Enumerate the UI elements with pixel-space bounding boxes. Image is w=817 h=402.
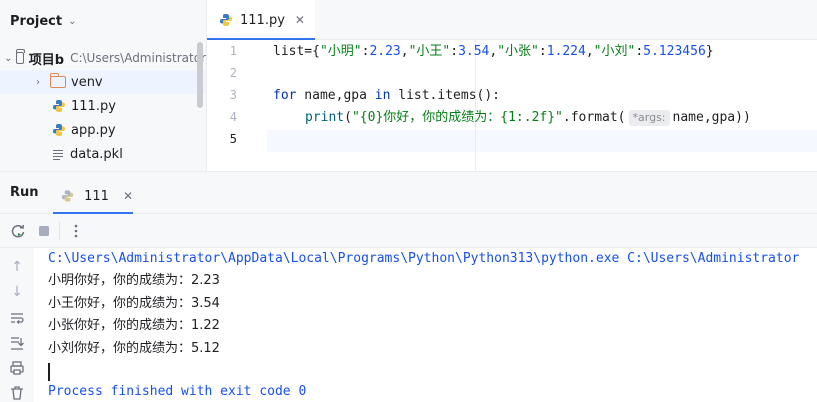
console-side-toolbar: ↑ ↓ (0, 248, 34, 402)
line-number: 5 (229, 132, 237, 146)
close-icon[interactable]: ✕ (295, 13, 305, 27)
parameter-hint: *args: (628, 110, 670, 126)
code-keyword: for (273, 88, 297, 103)
code-token: } (705, 44, 714, 59)
project-panel: Project ⌄ ⌄ 项目b C:\Users\Administrator ›… (0, 0, 206, 171)
run-header: Run 111 ✕ (0, 172, 817, 214)
text-file-icon (52, 148, 64, 161)
code-token: : (450, 44, 459, 59)
code-token: , (400, 44, 409, 59)
code-string: "小张" (497, 44, 539, 59)
chevron-right-icon[interactable]: › (32, 77, 44, 88)
more-icon[interactable] (68, 223, 84, 239)
code-string: "{0}你好，你的成绩为：{1:.2f}" (351, 110, 563, 125)
console-output-line: 小王你好，你的成绩为：3.54 (48, 296, 220, 311)
tree-item-label: data.pkl (70, 146, 123, 162)
tree-item-label: venv (71, 74, 103, 90)
line-number-gutter: 1 2 3 4 5 (207, 40, 267, 171)
run-panel: Run 111 ✕ ↑ ↓ C:\Users\Administrator\App… (0, 171, 817, 402)
line-number: 4 (229, 110, 237, 124)
code-function: print (305, 110, 345, 125)
console-command-line: C:\Users\Administrator\AppData\Local\Pro… (48, 251, 800, 266)
tab-111-py[interactable]: 111.py ✕ (207, 0, 315, 40)
arrow-up-icon[interactable]: ↑ (9, 259, 25, 275)
code-token: name,gpa)) (672, 110, 751, 125)
code-string: "小明" (319, 44, 362, 59)
code-string: "小王" (408, 44, 451, 59)
editor-area: 111.py ✕ 1 2 3 4 5 list={"小明":2.23,"小王":… (206, 0, 817, 171)
tree-item-project-root[interactable]: ⌄ 项目b C:\Users\Administrator (0, 46, 206, 70)
run-title: Run (10, 185, 39, 200)
project-title[interactable]: Project (10, 14, 62, 29)
line-number: 3 (229, 88, 237, 102)
python-file-icon (61, 190, 74, 202)
tree-item-label: 项目b (28, 52, 65, 68)
tree-item-venv[interactable]: › venv (0, 70, 206, 94)
python-file-icon (53, 100, 65, 112)
project-scrollbar[interactable] (197, 42, 203, 108)
tab-label: 111.py (240, 12, 285, 28)
console-output-line: 小张你好，你的成绩为：1.22 (48, 318, 220, 333)
line-number: 1 (229, 44, 237, 58)
run-tab-111[interactable]: 111 ✕ (53, 178, 133, 214)
python-file-icon (53, 124, 65, 136)
arrow-down-icon[interactable]: ↓ (9, 284, 25, 300)
code-string: "小刘" (593, 44, 636, 59)
run-tab-label: 111 (84, 188, 109, 204)
console-output-line: 小刘你好，你的成绩为：5.12 (48, 341, 220, 356)
code-line-1[interactable]: list={"小明":2.23,"小王":3.54,"小张":1.224,"小刘… (273, 41, 714, 63)
code-token: ( (344, 110, 352, 125)
code-token: .format( (562, 110, 626, 125)
print-icon[interactable] (9, 360, 25, 376)
code-token: , (585, 44, 594, 59)
code-number: 5.123456 (643, 44, 706, 59)
tree-item-app-py[interactable]: app.py (0, 118, 206, 142)
code-line-3[interactable]: for name,gpa in list.items(): (273, 85, 500, 107)
console-exit-message: Process finished with exit code 0 (48, 384, 307, 399)
folder-icon (15, 49, 25, 64)
editor-tab-bar: 111.py ✕ (207, 0, 817, 40)
rerun-icon[interactable] (10, 223, 26, 239)
code-line-4[interactable]: print("{0}你好，你的成绩为：{1:.2f}".format(*args… (305, 107, 751, 129)
soft-wrap-icon[interactable] (9, 310, 25, 326)
code-token: : (635, 44, 644, 59)
code-token: : (538, 44, 547, 59)
stop-icon[interactable] (36, 223, 52, 239)
close-icon[interactable]: ✕ (123, 189, 133, 203)
tree-item-label: app.py (71, 122, 116, 138)
console-caret (48, 363, 50, 381)
tree-item-data-pkl[interactable]: data.pkl (0, 142, 206, 166)
code-number: 1.224 (546, 44, 586, 59)
folder-icon (49, 73, 66, 88)
code-token: name,gpa (296, 88, 375, 103)
scroll-to-end-icon[interactable] (9, 335, 25, 351)
code-number: 3.54 (458, 44, 490, 59)
console-output-line: 小明你好，你的成绩为：2.23 (48, 273, 220, 288)
tree-item-path: C:\Users\Administrator (70, 51, 206, 65)
tree-item-111-py[interactable]: 111.py (0, 94, 206, 118)
code-number: 2.23 (369, 44, 401, 59)
code-editor[interactable]: list={"小明":2.23,"小王":3.54,"小张":1.224,"小刘… (273, 40, 813, 171)
chevron-down-icon[interactable]: ⌄ (4, 53, 12, 64)
chevron-down-icon[interactable]: ⌄ (68, 16, 76, 27)
trash-icon[interactable] (9, 385, 25, 401)
tree-item-label: 111.py (71, 98, 116, 114)
console-output[interactable]: C:\Users\Administrator\AppData\Local\Pro… (48, 248, 817, 402)
code-token: list.items(): (390, 88, 500, 103)
code-token: list={ (273, 44, 320, 59)
code-keyword: in (374, 88, 391, 103)
toolbar-divider (59, 222, 60, 240)
project-header[interactable]: Project ⌄ (10, 12, 76, 30)
run-toolbar (0, 214, 817, 248)
line-number: 2 (229, 66, 237, 80)
python-file-icon (220, 14, 232, 26)
